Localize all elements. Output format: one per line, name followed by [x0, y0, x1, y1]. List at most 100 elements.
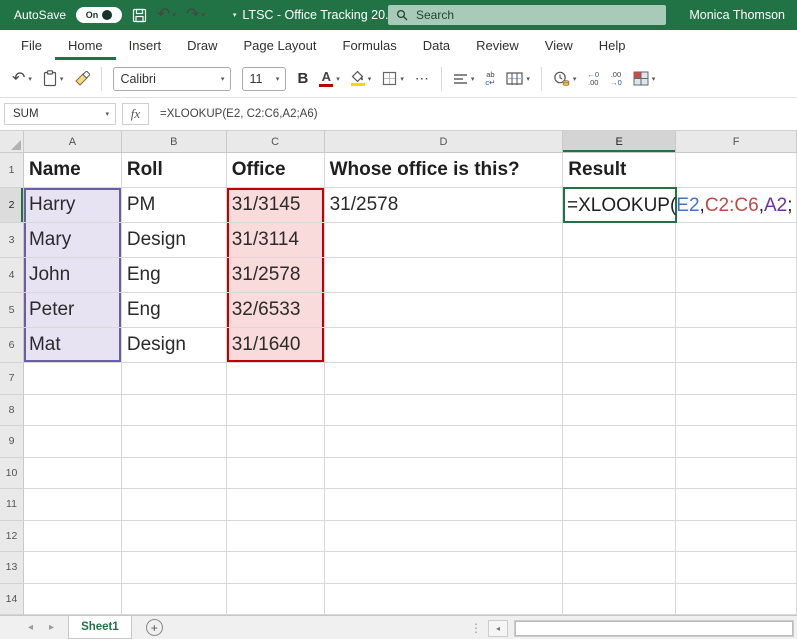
- cell-B13[interactable]: [122, 552, 227, 584]
- merge-cells-button[interactable]: ▾: [506, 72, 530, 85]
- cell-F14[interactable]: [676, 584, 797, 616]
- cell-F11[interactable]: [676, 489, 797, 521]
- cell-B12[interactable]: [122, 521, 227, 553]
- cell-F12[interactable]: [676, 521, 797, 553]
- cell-C3[interactable]: 31/3114: [227, 223, 325, 258]
- cell-C7[interactable]: [227, 363, 325, 395]
- fill-color-button[interactable]: ▾: [351, 71, 372, 86]
- row-header-11[interactable]: 11: [0, 489, 24, 521]
- cell-A14[interactable]: [24, 584, 122, 616]
- cell-E13[interactable]: [563, 552, 676, 584]
- font-size-select[interactable]: 11 ▾: [242, 67, 286, 91]
- sheet-tab-sheet1[interactable]: Sheet1: [68, 616, 132, 639]
- cell-D2[interactable]: 31/2578: [325, 188, 564, 223]
- column-header-F[interactable]: F: [676, 131, 797, 153]
- cell-E11[interactable]: [563, 489, 676, 521]
- cell-A3[interactable]: Mary: [24, 223, 122, 258]
- cell-A6[interactable]: Mat: [24, 328, 122, 363]
- tab-insert[interactable]: Insert: [116, 30, 175, 60]
- column-header-C[interactable]: C: [227, 131, 325, 153]
- cell-D10[interactable]: [325, 458, 564, 490]
- cell-C11[interactable]: [227, 489, 325, 521]
- cell-A9[interactable]: [24, 426, 122, 458]
- cell-F2[interactable]: [676, 188, 797, 223]
- cell-B10[interactable]: [122, 458, 227, 490]
- cell-B11[interactable]: [122, 489, 227, 521]
- cell-D6[interactable]: [325, 328, 564, 363]
- scrollbar-thumb[interactable]: [515, 621, 793, 636]
- row-header-4[interactable]: 4: [0, 258, 24, 293]
- cell-F4[interactable]: [676, 258, 797, 293]
- cell-D11[interactable]: [325, 489, 564, 521]
- row-header-3[interactable]: 3: [0, 223, 24, 258]
- cell-E8[interactable]: [563, 395, 676, 427]
- cell-E3[interactable]: [563, 223, 676, 258]
- name-box[interactable]: SUM ▾: [4, 103, 116, 125]
- column-header-B[interactable]: B: [122, 131, 227, 153]
- cell-A4[interactable]: John: [24, 258, 122, 293]
- document-title[interactable]: ▾ LTSC - Office Tracking 20... ▾: [231, 8, 407, 22]
- cell-A7[interactable]: [24, 363, 122, 395]
- tab-formulas[interactable]: Formulas: [330, 30, 410, 60]
- cell-C5[interactable]: 32/6533: [227, 293, 325, 328]
- search-input[interactable]: Search: [388, 5, 666, 25]
- cell-B4[interactable]: Eng: [122, 258, 227, 293]
- cell-E6[interactable]: [563, 328, 676, 363]
- undo-dropdown-button[interactable]: ↶ ▾: [12, 71, 32, 87]
- cell-B3[interactable]: Design: [122, 223, 227, 258]
- tab-view[interactable]: View: [532, 30, 586, 60]
- tab-data[interactable]: Data: [410, 30, 463, 60]
- format-painter-button[interactable]: [74, 71, 90, 87]
- row-header-12[interactable]: 12: [0, 521, 24, 553]
- cell-B6[interactable]: Design: [122, 328, 227, 363]
- more-options-button[interactable]: ⋯: [415, 70, 430, 87]
- cell-A12[interactable]: [24, 521, 122, 553]
- scroll-left-button[interactable]: ◂: [488, 620, 508, 637]
- cell-B1[interactable]: Roll: [122, 153, 227, 188]
- cell-D1[interactable]: Whose office is this?: [325, 153, 564, 188]
- cell-C2[interactable]: 31/3145: [227, 188, 325, 223]
- cell-F10[interactable]: [676, 458, 797, 490]
- row-header-9[interactable]: 9: [0, 426, 24, 458]
- cell-C10[interactable]: [227, 458, 325, 490]
- cell-C8[interactable]: [227, 395, 325, 427]
- column-header-D[interactable]: D: [325, 131, 564, 153]
- undo-button[interactable]: ↶ ▾: [157, 7, 176, 23]
- cell-B9[interactable]: [122, 426, 227, 458]
- number-format-button[interactable]: ▾: [553, 71, 577, 86]
- decrease-decimal-button[interactable]: .00 →0: [610, 71, 622, 86]
- column-header-E[interactable]: E: [563, 131, 676, 153]
- cell-E4[interactable]: [563, 258, 676, 293]
- cell-D3[interactable]: [325, 223, 564, 258]
- cell-B5[interactable]: Eng: [122, 293, 227, 328]
- paste-button[interactable]: ▾: [43, 70, 64, 87]
- borders-button[interactable]: ▾: [382, 71, 404, 86]
- row-header-8[interactable]: 8: [0, 395, 24, 427]
- row-header-6[interactable]: 6: [0, 328, 24, 363]
- cell-A8[interactable]: [24, 395, 122, 427]
- cell-E7[interactable]: [563, 363, 676, 395]
- tab-home[interactable]: Home: [55, 30, 116, 60]
- wrap-text-button[interactable]: ab c↵: [485, 71, 495, 86]
- cell-F3[interactable]: [676, 223, 797, 258]
- cell-E1[interactable]: Result: [563, 153, 676, 188]
- cell-A2[interactable]: Harry: [24, 188, 122, 223]
- column-header-A[interactable]: A: [24, 131, 122, 153]
- cell-F13[interactable]: [676, 552, 797, 584]
- scrollbar-track[interactable]: [514, 620, 794, 637]
- cell-C4[interactable]: 31/2578: [227, 258, 325, 293]
- tab-review[interactable]: Review: [463, 30, 532, 60]
- tab-draw[interactable]: Draw: [174, 30, 230, 60]
- cell-F6[interactable]: [676, 328, 797, 363]
- bold-button[interactable]: B: [297, 70, 308, 87]
- scrollbar-resize-handle[interactable]: ⋮: [470, 621, 482, 635]
- row-header-10[interactable]: 10: [0, 458, 24, 490]
- cell-F7[interactable]: [676, 363, 797, 395]
- cell-E9[interactable]: [563, 426, 676, 458]
- cell-D5[interactable]: [325, 293, 564, 328]
- row-header-13[interactable]: 13: [0, 552, 24, 584]
- tab-help[interactable]: Help: [586, 30, 639, 60]
- cell-A5[interactable]: Peter: [24, 293, 122, 328]
- row-header-5[interactable]: 5: [0, 293, 24, 328]
- font-color-button[interactable]: A ▾: [319, 70, 340, 87]
